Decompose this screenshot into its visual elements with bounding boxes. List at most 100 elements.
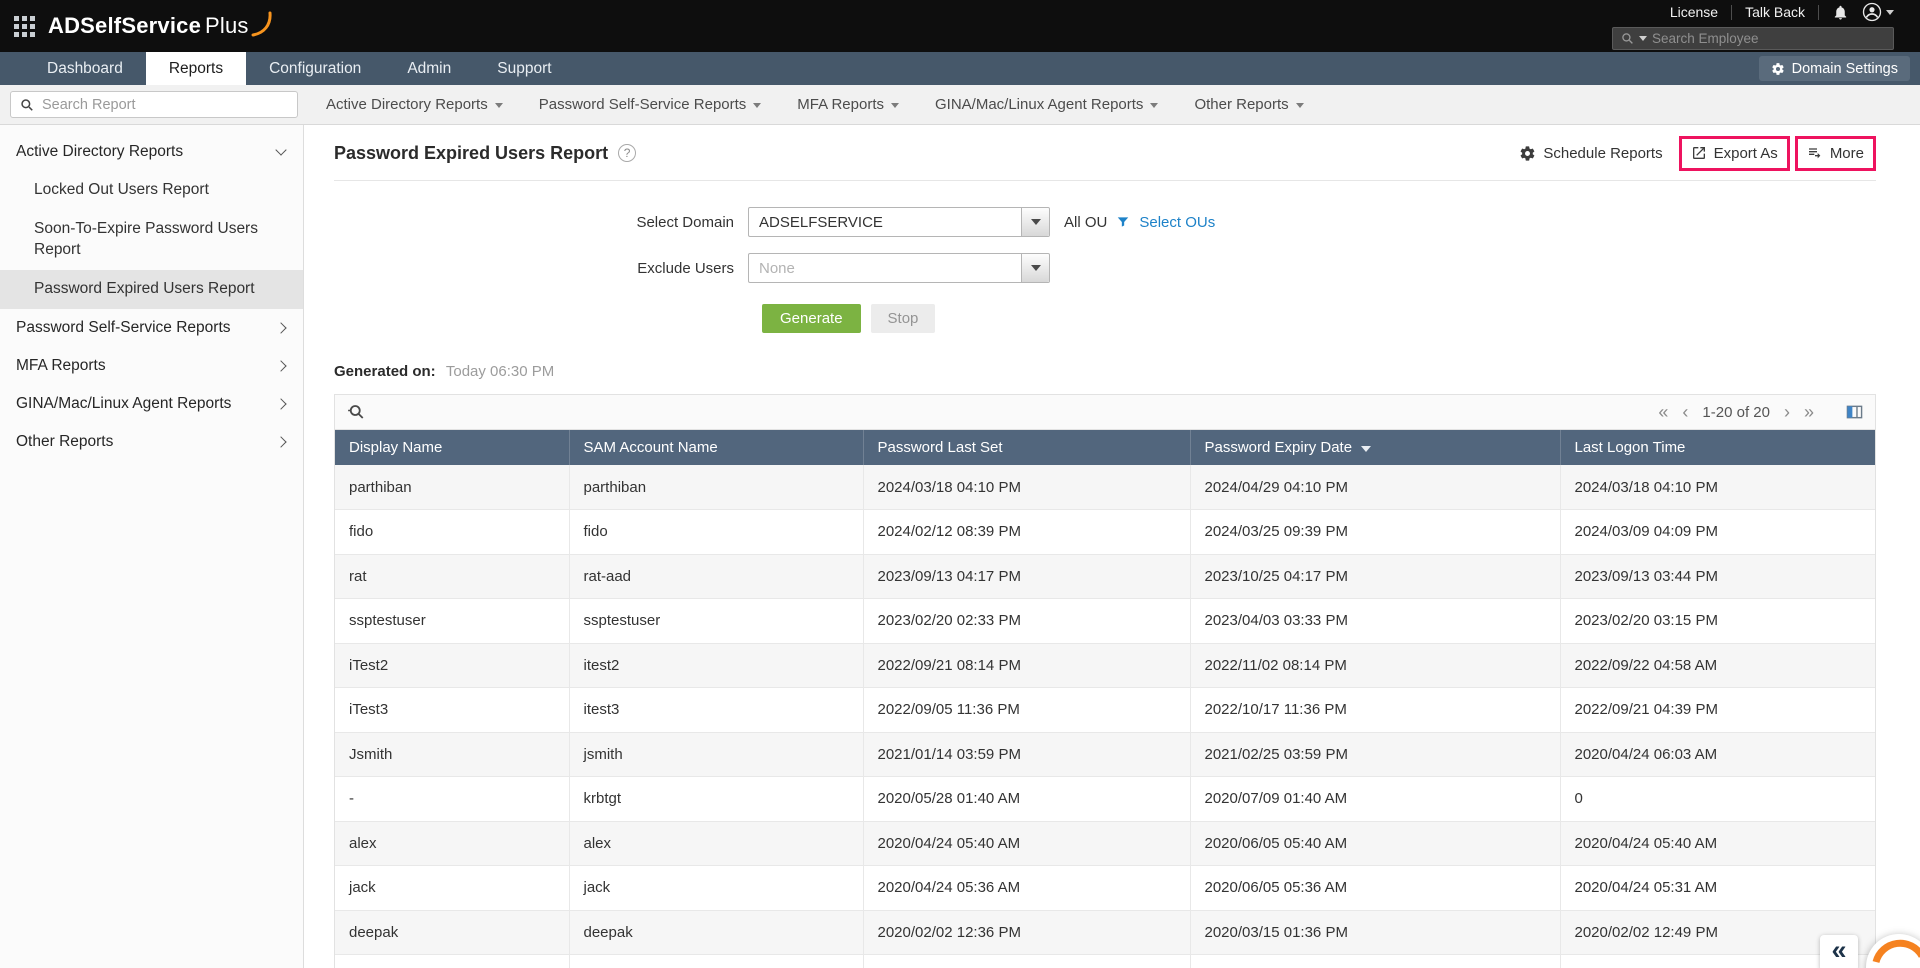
table-row[interactable]: fido fido 2024/02/12 08:39 PM 2024/03/25 09…	[335, 509, 1875, 555]
chevron-right-icon	[275, 360, 287, 372]
tab-configuration[interactable]: Configuration	[246, 52, 384, 85]
menu-label: Password Self-Service Reports	[538, 96, 747, 113]
table-search-icon[interactable]	[347, 403, 365, 421]
select-ous-link[interactable]: Select OUs	[1139, 214, 1215, 231]
menu-gina-mac-linux-agent-reports[interactable]: GINA/Mac/Linux Agent Reports	[935, 96, 1159, 113]
license-link[interactable]: License	[1670, 4, 1718, 20]
chevron-down-icon	[1030, 219, 1041, 225]
sidebar-category-gina-mac-linux-agent-reports[interactable]: GINA/Mac/Linux Agent Reports	[0, 385, 303, 423]
table-cell: itest3	[569, 687, 864, 733]
table-cell: 2019/09/30 12:00 AM	[1190, 954, 1561, 968]
domain-select[interactable]: ADSELFSERVICE	[748, 207, 1050, 237]
menu-label: Other Reports	[1194, 96, 1289, 113]
sidebar-category-password-self-service-reports[interactable]: Password Self-Service Reports	[0, 309, 303, 347]
brand-name-light: Plus	[205, 13, 249, 38]
all-ou-label: All OU	[1064, 213, 1108, 231]
table-row[interactable]: alex alex 2020/04/24 05:40 AM 2020/06/05 05…	[335, 821, 1875, 866]
table-cell: 2022/09/21 04:39 PM	[1560, 687, 1875, 733]
previous-page-button[interactable]: ‹	[1682, 403, 1688, 421]
column-chooser-icon[interactable]	[1846, 404, 1863, 420]
chevron-down-icon	[1150, 103, 1159, 108]
search-scope-caret-icon[interactable]	[1639, 36, 1647, 41]
ou-filter-funnel-icon[interactable]	[1116, 215, 1130, 229]
table-cell: alex	[569, 821, 864, 866]
employee-search[interactable]	[1612, 27, 1894, 50]
domain-settings-button[interactable]: Domain Settings	[1758, 56, 1910, 81]
table-row[interactable]: jack jack 2020/04/24 05:36 AM 2020/06/05 05…	[335, 865, 1875, 911]
report-search-input[interactable]	[42, 96, 288, 113]
header-left: ADSelfService Plus	[14, 0, 273, 52]
brand-logo[interactable]: ADSelfService Plus	[48, 11, 273, 39]
column-header-sam-account-name[interactable]: SAM Account Name	[569, 430, 864, 465]
table-row[interactable]: appuser3appuser32019/09/20 12:00 AM2019/…	[335, 954, 1875, 968]
exclude-users-select[interactable]: None	[748, 253, 1050, 283]
menu-mfa-reports[interactable]: MFA Reports	[797, 96, 899, 113]
sidebar-item-locked-out-users-report[interactable]: Locked Out Users Report	[0, 171, 303, 210]
notifications-bell-icon[interactable]	[1832, 4, 1849, 21]
more-annotation-box: More	[1794, 135, 1876, 171]
sidebar-item-soon-to-expire-password-users-report[interactable]: Soon-To-Expire Password Users Report	[0, 210, 303, 270]
menu-label: MFA Reports	[797, 96, 884, 113]
floating-brand-logo[interactable]	[1866, 934, 1920, 968]
menu-active-directory-reports[interactable]: Active Directory Reports	[326, 96, 503, 113]
schedule-reports-label: Schedule Reports	[1543, 144, 1663, 162]
talkback-link[interactable]: Talk Back	[1745, 4, 1805, 20]
menu-other-reports[interactable]: Other Reports	[1194, 96, 1304, 113]
app-launcher-icon[interactable]	[14, 15, 35, 37]
report-main-panel: Password Expired Users Report ? Schedule…	[304, 125, 1920, 968]
schedule-reports-button[interactable]: Schedule Reports	[1519, 144, 1663, 162]
last-page-button[interactable]: »	[1804, 403, 1814, 421]
table-cell: krbtgt	[569, 776, 864, 822]
collapse-corner-button[interactable]: «	[1820, 935, 1858, 968]
sidebar-item-password-expired-users-report[interactable]: Password Expired Users Report	[0, 269, 303, 309]
user-menu[interactable]	[1862, 2, 1894, 22]
chevron-down-icon	[891, 103, 899, 108]
dropdown-button[interactable]	[1021, 254, 1049, 282]
next-page-button[interactable]: ›	[1784, 403, 1790, 421]
table-cell: parthiban	[335, 465, 570, 510]
employee-search-input[interactable]	[1652, 31, 1885, 46]
table-row[interactable]: deepak deepak 2020/02/02 12:36 PM 2020/03/1…	[335, 910, 1875, 955]
generate-button[interactable]: Generate	[762, 304, 861, 333]
export-as-button[interactable]: Export As	[1691, 145, 1778, 162]
table-row[interactable]: ssptestuser ssptestuser 2023/02/20 02:33 P…	[335, 598, 1875, 644]
sidebar-category-mfa-reports[interactable]: MFA Reports	[0, 347, 303, 385]
column-header-last-logon-time[interactable]: Last Logon Time	[1560, 430, 1875, 465]
table-row[interactable]: parthiban parthiban 2024/03/18 04:10 PM 202…	[335, 465, 1875, 510]
table-cell: 2020/04/24 06:03 AM	[1560, 732, 1875, 777]
stop-button[interactable]: Stop	[870, 304, 936, 333]
domain-select-value: ADSELFSERVICE	[759, 213, 883, 231]
table-cell: 2022/09/05 11:36 PM	[863, 687, 1191, 733]
table-row[interactable]: iTest2 itest2 2022/09/21 08:14 PM 2022/11/0…	[335, 643, 1875, 688]
chevron-down-icon	[1030, 265, 1041, 271]
chevron-right-icon	[275, 398, 287, 410]
tab-reports[interactable]: Reports	[145, 52, 247, 85]
sidebar-category-active-directory-reports[interactable]: Active Directory Reports	[0, 133, 303, 171]
table-cell: 2020/05/28 01:40 AM	[863, 776, 1191, 822]
tab-support[interactable]: Support	[474, 52, 574, 85]
dropdown-button[interactable]	[1021, 208, 1049, 236]
first-page-button[interactable]: «	[1658, 403, 1668, 421]
chevron-down-icon	[1886, 9, 1894, 15]
chevron-right-icon	[275, 322, 287, 334]
report-search[interactable]	[10, 91, 298, 118]
menu-password-self-service-reports[interactable]: Password Self-Service Reports	[539, 96, 762, 113]
table-row[interactable]: Jsmith jsmith 2021/01/14 03:59 PM 2021/02/2…	[335, 732, 1875, 777]
tab-dashboard[interactable]: Dashboard	[24, 52, 146, 85]
table-cell: 2020/07/09 01:40 AM	[1190, 776, 1561, 822]
more-button[interactable]: More	[1807, 145, 1864, 162]
table-row[interactable]: iTest3 itest3 2022/09/05 11:36 PM 2022/10/1…	[335, 687, 1875, 733]
column-header-display-name[interactable]: Display Name	[335, 430, 570, 465]
table-cell: appuser3	[335, 954, 570, 968]
sidebar-category-other-reports[interactable]: Other Reports	[0, 423, 303, 461]
table-cell: appuser3	[569, 954, 864, 968]
column-header-password-last-set[interactable]: Password Last Set	[863, 430, 1191, 465]
chevron-down-icon	[1295, 103, 1304, 108]
help-icon[interactable]: ?	[618, 144, 637, 162]
table-cell: 2023/09/13 03:44 PM	[1560, 554, 1875, 599]
table-row[interactable]: - krbtgt 2020/05/28 01:40 AM 2020/07/09 01:…	[335, 776, 1875, 822]
password-expired-users-table: Display Name SAM Account Name Password L…	[335, 430, 1875, 968]
tab-admin[interactable]: Admin	[384, 52, 474, 85]
table-row[interactable]: rat rat-aad 2023/09/13 04:17 PM 2023/10/25 …	[335, 554, 1875, 599]
column-header-password-expiry-date[interactable]: Password Expiry Date	[1190, 430, 1561, 465]
